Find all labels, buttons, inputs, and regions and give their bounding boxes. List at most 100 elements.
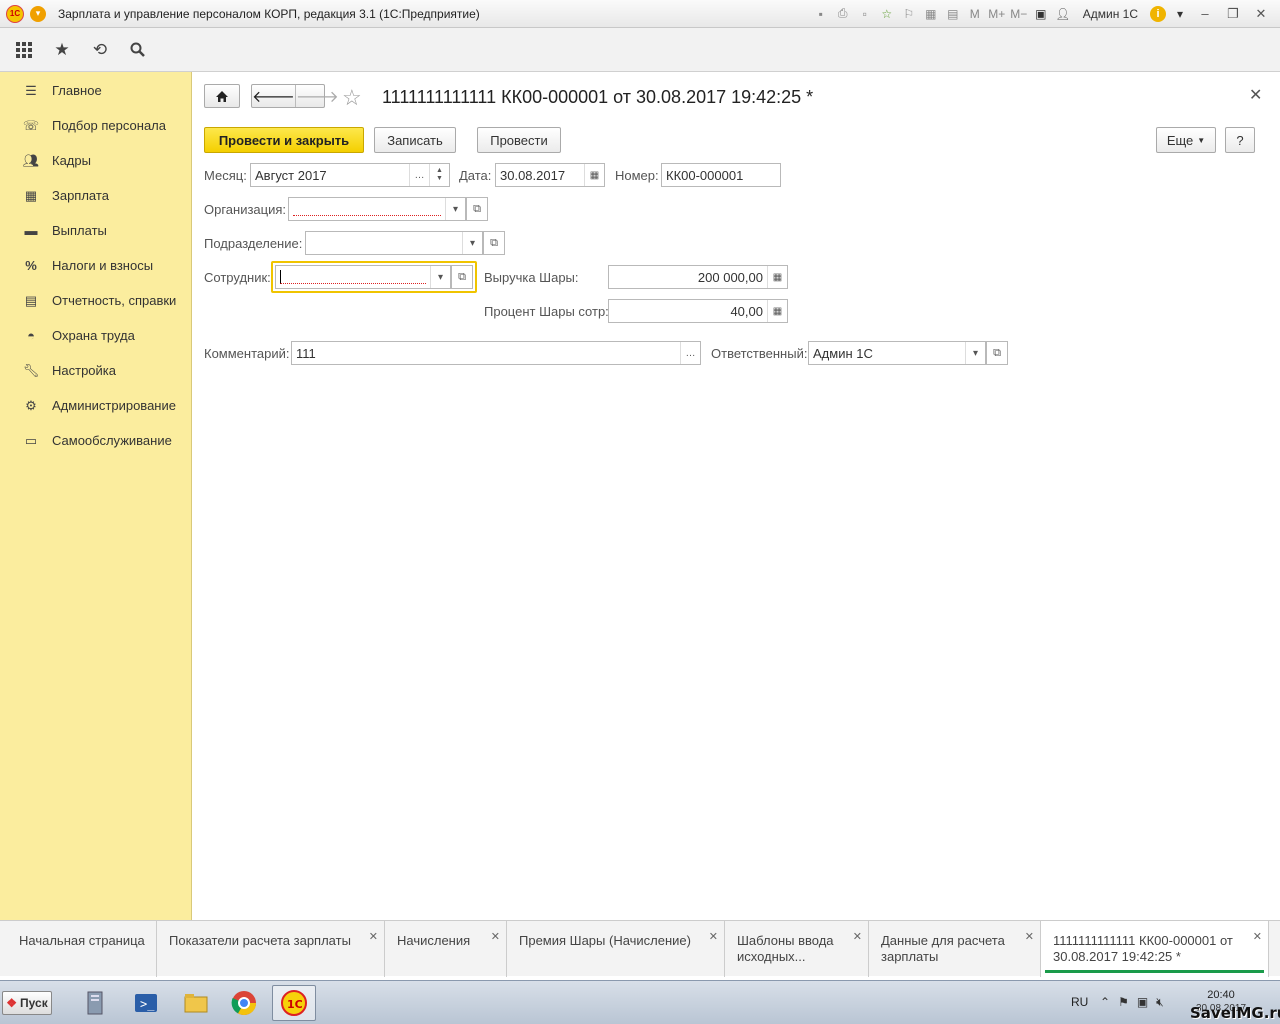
memory-minus-icon[interactable]: M− [1010, 6, 1027, 22]
percent-calculator-icon[interactable]: ▦ [767, 300, 787, 322]
sidebar-item-safety[interactable]: ◓ Охрана труда [0, 318, 191, 353]
sidebar-item-taxes[interactable]: % Налоги и взносы [0, 248, 191, 283]
tab-salary-data[interactable]: Данные для расчета зарплаты ✕ [869, 921, 1041, 977]
responsible-open-button[interactable]: ⧉ [986, 341, 1008, 365]
favorites-add-icon[interactable]: ☆ [879, 6, 895, 22]
1c-logo-icon[interactable]: 1C [6, 4, 24, 23]
memory-plus-icon[interactable]: M+ [988, 6, 1005, 22]
percent-field[interactable]: 40,00 ▦ [608, 299, 788, 323]
calendar-picker-icon[interactable]: ▦ [584, 164, 604, 186]
tab-close-icon[interactable]: ✕ [1253, 929, 1262, 945]
bookmark-icon[interactable]: ⚐ [901, 6, 917, 22]
panel-toggle-icon[interactable]: ▣ [1033, 6, 1049, 22]
tab-home-page[interactable]: Начальная страница [7, 921, 157, 977]
tab-close-icon[interactable]: ✕ [1025, 929, 1034, 945]
employee-dropdown-icon[interactable]: ▾ [430, 266, 450, 288]
main-menu-icon[interactable]: ▾ [30, 5, 46, 22]
back-arrow-icon[interactable]: 🡐 [252, 85, 296, 107]
restore-button[interactable]: ❐ [1222, 6, 1244, 22]
flag-icon[interactable]: ⚑ [1118, 995, 1129, 1010]
tray-expand-icon[interactable]: ⌃ [1100, 995, 1110, 1010]
user-name[interactable]: Админ 1С [1083, 7, 1138, 21]
forward-arrow-icon[interactable]: 🡒 [296, 85, 339, 107]
tab-close-icon[interactable]: ✕ [369, 929, 378, 945]
network-icon[interactable]: ▣ [1137, 995, 1148, 1010]
calendar-icon[interactable]: ▦ [923, 6, 939, 22]
search-icon[interactable] [128, 40, 148, 60]
month-spinner[interactable]: ▲ ▼ [429, 164, 449, 186]
minimize-button[interactable]: – [1194, 6, 1216, 21]
responsible-field[interactable]: Админ 1С ▾ [808, 341, 986, 365]
employee-open-button[interactable]: ⧉ [451, 265, 473, 289]
tool-panel: ★ ⟲ [0, 28, 1280, 72]
tab-close-icon[interactable]: ✕ [853, 929, 862, 945]
tab-label: 1111111111111 КК00-000001 от 30.08.2017 … [1053, 933, 1233, 964]
memory-m-icon[interactable]: M [967, 6, 983, 22]
taskbar-server-manager[interactable] [74, 985, 118, 1021]
sidebar-item-recruiting[interactable]: ☏ Подбор персонала [0, 108, 191, 143]
organization-field[interactable]: ▾ [288, 197, 466, 221]
chevron-down-icon[interactable]: ▾ [1172, 6, 1188, 22]
help-button[interactable]: ? [1225, 127, 1255, 153]
sidebar-item-settings[interactable]: 🔧︎ Настройка [0, 353, 191, 388]
language-indicator[interactable]: RU [1071, 995, 1088, 1009]
sidebar-item-hr[interactable]: 👥︎ Кадры [0, 143, 191, 178]
tab-input-templates[interactable]: Шаблоны ввода исходных... ✕ [725, 921, 869, 977]
info-icon[interactable]: i [1150, 5, 1166, 22]
calculator-tb-icon[interactable]: ▤ [945, 6, 961, 22]
organization-open-button[interactable]: ⧉ [466, 197, 488, 221]
revenue-calculator-icon[interactable]: ▦ [767, 266, 787, 288]
home-button[interactable] [204, 84, 240, 108]
tab-accruals[interactable]: Начисления ✕ [385, 921, 507, 977]
date-field[interactable]: 30.08.2017 ▦ [495, 163, 605, 187]
responsible-dropdown-icon[interactable]: ▾ [965, 342, 985, 364]
tab-current-document[interactable]: 1111111111111 КК00-000001 от 30.08.2017 … [1041, 921, 1269, 977]
sidebar-item-reports[interactable]: ▤ Отчетность, справки [0, 283, 191, 318]
sidebar-item-selfservice[interactable]: ▭ Самообслуживание [0, 423, 191, 458]
window-title: Зарплата и управление персоналом КОРП, р… [58, 6, 480, 21]
user-icon: 👤︎ [1055, 6, 1071, 21]
post-button[interactable]: Провести [477, 127, 561, 153]
print-icon[interactable]: ⎙ [835, 6, 851, 22]
number-field[interactable]: КК00-000001 [661, 163, 781, 187]
taskbar-explorer[interactable] [174, 985, 218, 1021]
sidebar-item-main[interactable]: ☰ Главное [0, 73, 191, 108]
tab-close-icon[interactable]: ✕ [491, 929, 500, 945]
history-icon[interactable]: ⟲ [90, 40, 110, 60]
close-window-button[interactable]: ✕ [1250, 6, 1272, 22]
favorites-star-icon[interactable]: ★ [52, 40, 72, 60]
preview-icon[interactable]: ▫ [857, 6, 873, 22]
taskbar-chrome[interactable] [222, 985, 266, 1021]
department-dropdown-icon[interactable]: ▾ [462, 232, 482, 254]
start-button[interactable]: ❖ Пуск [2, 991, 52, 1015]
sidebar-item-payments[interactable]: ▬ Выплаты [0, 213, 191, 248]
post-and-close-button[interactable]: Провести и закрыть [204, 127, 364, 153]
more-button[interactable]: Еще ▼ [1156, 127, 1216, 153]
employee-field[interactable]: ▾ [275, 265, 451, 289]
month-field[interactable]: Август 2017 … ▲ ▼ [250, 163, 450, 187]
taskbar-powershell[interactable]: >_ [124, 985, 168, 1021]
open-windows-bar: Начальная страница Показатели расчета за… [0, 920, 1280, 977]
tab-close-icon[interactable]: ✕ [709, 929, 718, 945]
department-field[interactable]: ▾ [305, 231, 483, 255]
save-icon[interactable]: ▪ [813, 6, 829, 22]
revenue-field[interactable]: 200 000,00 ▦ [608, 265, 788, 289]
month-select-button[interactable]: … [409, 164, 429, 186]
start-label: Пуск [20, 996, 48, 1010]
tab-salary-indicators[interactable]: Показатели расчета зарплаты ✕ [157, 921, 385, 977]
taskbar-1c[interactable]: 1C [272, 985, 316, 1021]
sidebar-item-salary[interactable]: ▦ Зарплата [0, 178, 191, 213]
employee-label: Сотрудник: [204, 270, 271, 285]
sidebar-item-admin[interactable]: ⚙ Администрирование [0, 388, 191, 423]
percent-value: 40,00 [730, 303, 763, 319]
tab-bonus-accrual[interactable]: Премия Шары (Начисление) ✕ [507, 921, 725, 977]
apps-grid-icon[interactable] [14, 40, 34, 60]
department-open-button[interactable]: ⧉ [483, 231, 505, 255]
close-form-icon[interactable]: ✕ [1249, 85, 1262, 105]
comment-field[interactable]: 111 … [291, 341, 701, 365]
favorite-star-icon[interactable]: ☆ [342, 85, 362, 111]
comment-edit-button[interactable]: … [680, 342, 700, 364]
volume-muted-icon[interactable]: 🔇︎ [1156, 995, 1164, 1010]
organization-dropdown-icon[interactable]: ▾ [445, 198, 465, 220]
save-button[interactable]: Записать [374, 127, 456, 153]
